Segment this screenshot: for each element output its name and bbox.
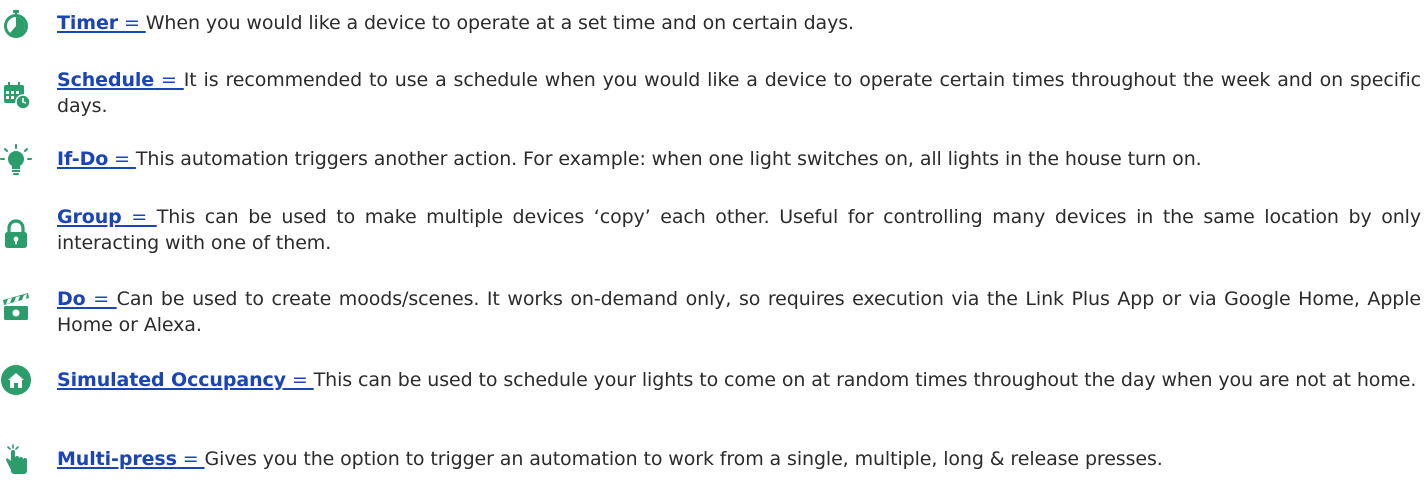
simulated-occupancy-description: This can be used to schedule your lights… [313, 369, 1417, 391]
timer-description: When you would like a device to operate … [145, 12, 854, 34]
equals-sign: = [85, 288, 117, 310]
schedule-definition: Schedule = It is recommended to use a sc… [57, 67, 1421, 119]
equals-sign: = [118, 12, 146, 34]
simulated-occupancy-definition: Simulated Occupancy = This can be used t… [57, 367, 1421, 393]
group-definition: Group = This can be used to make multipl… [57, 204, 1421, 256]
if-do-link[interactable]: If-Do [57, 148, 108, 170]
do-link[interactable]: Do [57, 288, 86, 310]
group-description: This can be used to make multiple device… [57, 206, 1421, 254]
do-definition: Do = Can be used to create moods/scenes.… [57, 286, 1421, 338]
timer-link[interactable]: Timer [57, 12, 118, 34]
if-do-description: This automation triggers another action.… [135, 148, 1202, 170]
multi-press-description: Gives you the option to trigger an autom… [204, 448, 1163, 470]
multi-press-definition: Multi-press = Gives you the option to tr… [57, 446, 1421, 472]
clapperboard-icon [3, 293, 29, 320]
equals-sign: = [176, 448, 205, 470]
equals-sign: = [121, 206, 157, 228]
if-do-definition: If-Do = This automation triggers another… [57, 146, 1421, 172]
equals-sign: = [108, 148, 136, 170]
tap-hand-icon [6, 444, 27, 474]
timer-definition: Timer = When you would like a device to … [57, 10, 1421, 36]
schedule-description: It is recommended to use a schedule when… [57, 69, 1422, 117]
equals-sign: = [285, 369, 314, 391]
home-icon [1, 365, 31, 395]
stopwatch-icon [4, 10, 28, 38]
calendar-clock-icon [4, 82, 31, 110]
lightbulb-icon [0, 144, 32, 175]
do-description: Can be used to create moods/scenes. It w… [57, 288, 1422, 336]
schedule-link[interactable]: Schedule [57, 69, 154, 91]
lock-icon [5, 219, 27, 248]
group-link[interactable]: Group [57, 206, 122, 228]
equals-sign: = [154, 69, 184, 91]
multi-press-link[interactable]: Multi-press [57, 448, 177, 470]
simulated-occupancy-link[interactable]: Simulated Occupancy [57, 369, 286, 391]
